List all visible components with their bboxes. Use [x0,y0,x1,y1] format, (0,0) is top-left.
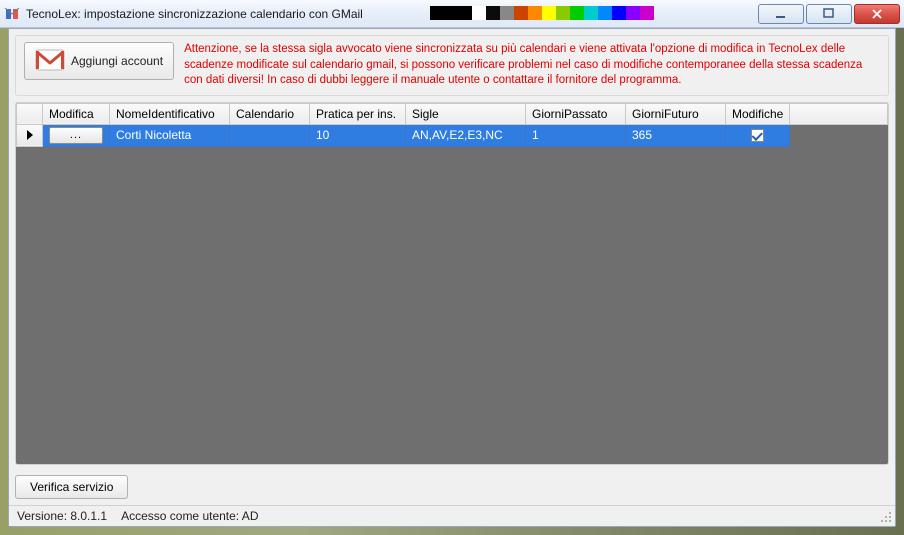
col-header-futuro[interactable]: GiorniFuturo [626,103,726,124]
verify-service-button[interactable]: Verifica servizio [15,475,128,499]
cell-nome[interactable]: Corti Nicoletta [110,124,230,146]
cell-passato[interactable]: 1 [526,124,626,146]
col-header-modifiche[interactable]: Modifiche [726,103,790,124]
resize-grip-icon[interactable] [880,511,892,523]
title-color-strip [430,6,654,20]
maximize-button[interactable] [806,4,852,24]
row-indicator-icon [17,124,43,146]
app-icon [4,6,20,22]
cell-spacer [790,124,888,146]
col-header-nome[interactable]: NomeIdentificativo [110,103,230,124]
cell-modifica[interactable]: ... [43,124,110,146]
col-header-sigle[interactable]: Sigle [406,103,526,124]
add-account-button[interactable]: Aggiungi account [24,42,174,80]
cell-futuro[interactable]: 365 [626,124,726,146]
gmail-icon [35,49,65,74]
status-bar: Versione: 8.0.1.1 Accesso come utente: A… [9,505,895,526]
edit-row-button[interactable]: ... [49,127,103,144]
window-body: Aggiungi account Attenzione, se la stess… [8,28,896,527]
modifiche-checkbox[interactable] [751,129,764,142]
grid-corner [17,103,43,124]
grid-empty-area [16,147,888,464]
close-button[interactable] [854,4,900,24]
col-header-calendario[interactable]: Calendario [230,103,310,124]
col-header-spacer [790,103,888,124]
cell-pratica[interactable]: 10 [310,124,406,146]
cell-modifiche[interactable] [726,124,790,146]
warning-text: Attenzione, se la stessa sigla avvocato … [184,42,880,89]
minimize-button[interactable] [758,4,804,24]
table-row[interactable]: ... Corti Nicoletta 10 AN,AV,E2,E3,NC 1 … [17,124,888,146]
status-user: Accesso come utente: AD [121,509,258,523]
cell-sigle[interactable]: AN,AV,E2,E3,NC [406,124,526,146]
top-panel: Aggiungi account Attenzione, se la stess… [15,35,889,96]
window-titlebar: TecnoLex: impostazione sincronizzazione … [0,0,904,28]
status-version: Versione: 8.0.1.1 [17,509,107,523]
col-header-pratica[interactable]: Pratica per ins. [310,103,406,124]
cell-calendario[interactable] [230,124,310,146]
col-header-modifica[interactable]: Modifica [43,103,110,124]
accounts-grid[interactable]: Modifica NomeIdentificativo Calendario P… [15,102,889,465]
bottom-bar: Verifica servizio [9,471,895,505]
col-header-passato[interactable]: GiorniPassato [526,103,626,124]
add-account-label: Aggiungi account [71,54,163,68]
